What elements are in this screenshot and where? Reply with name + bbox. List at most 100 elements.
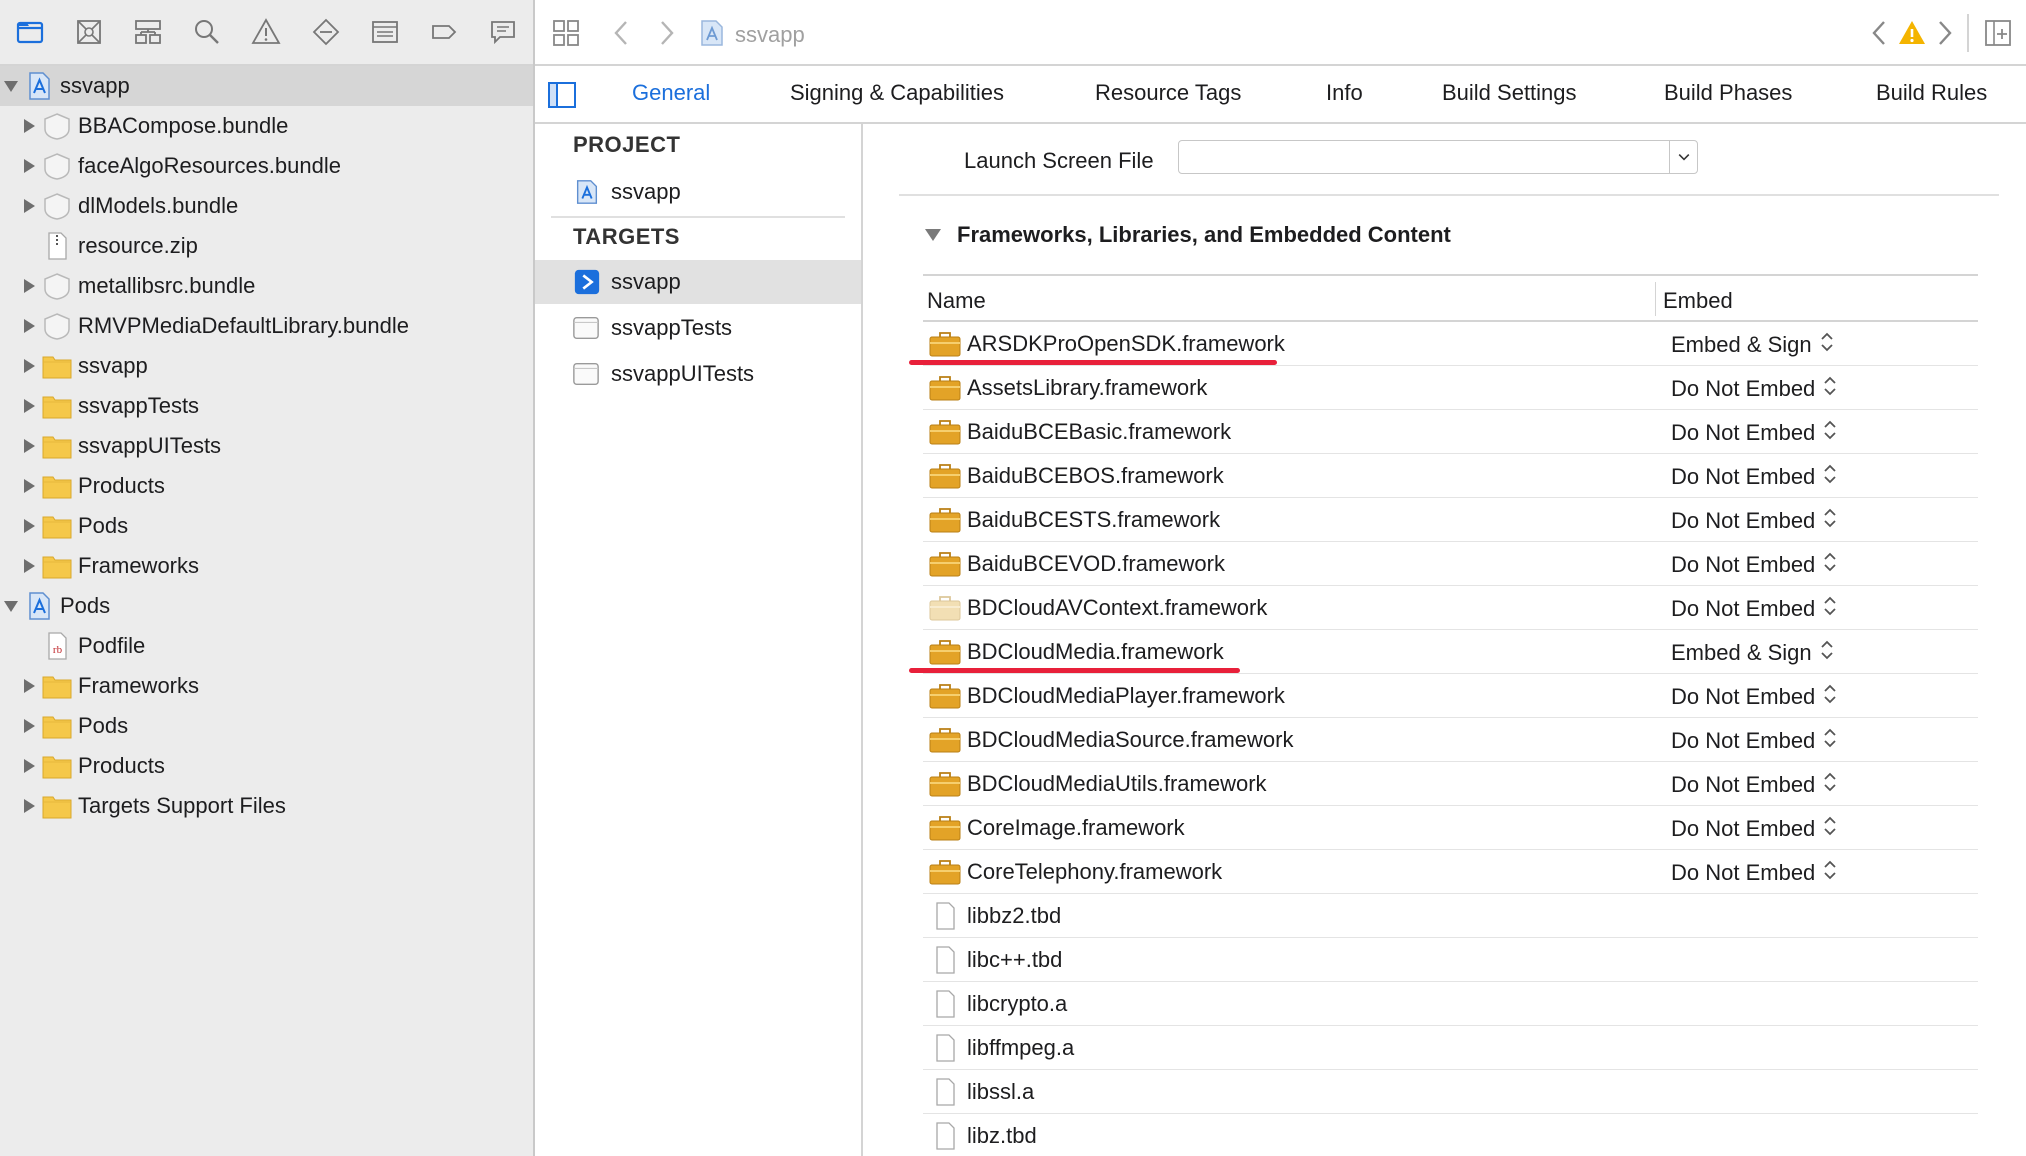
disclosure-closed-icon[interactable] bbox=[18, 466, 40, 506]
previous-issue-icon[interactable] bbox=[1865, 18, 1895, 48]
navigator-item[interactable]: metallibsrc.bundle bbox=[0, 266, 533, 306]
table-row[interactable]: libbz2.tbd bbox=[923, 894, 1978, 938]
disclosure-closed-icon[interactable] bbox=[18, 266, 40, 306]
tab-info[interactable]: Info bbox=[1326, 80, 1363, 106]
table-row[interactable]: libffmpeg.a bbox=[923, 1026, 1978, 1070]
disclosure-closed-icon[interactable] bbox=[18, 306, 40, 346]
table-row[interactable]: CoreImage.framework Do Not Embed bbox=[923, 806, 1978, 850]
disclosure-closed-icon[interactable] bbox=[18, 106, 40, 146]
navigator-item[interactable]: dlModels.bundle bbox=[0, 186, 533, 226]
disclosure-closed-icon[interactable] bbox=[18, 426, 40, 466]
project-item-ssvapp[interactable]: ssvapp bbox=[535, 170, 861, 214]
forward-chevron-icon[interactable] bbox=[651, 18, 681, 48]
target-item-ssvapp[interactable]: ssvapp bbox=[535, 260, 861, 304]
report-navigator-icon[interactable] bbox=[474, 0, 533, 65]
navigator-item[interactable]: resource.zip bbox=[0, 226, 533, 266]
embed-popup-button[interactable]: Do Not Embed bbox=[1671, 683, 1837, 711]
table-row[interactable]: BaiduBCESTS.framework Do Not Embed bbox=[923, 498, 1978, 542]
table-row[interactable]: BDCloudMedia.framework Embed & Sign bbox=[909, 630, 1978, 674]
navigator-item[interactable]: ssvapp bbox=[0, 66, 533, 106]
navigator-item[interactable]: Pods bbox=[0, 586, 533, 626]
related-items-icon[interactable] bbox=[551, 18, 581, 48]
column-header-embed[interactable]: Embed bbox=[1663, 288, 1733, 314]
test-navigator-icon[interactable] bbox=[296, 0, 355, 65]
add-editor-icon[interactable] bbox=[1983, 18, 2013, 48]
navigator-item[interactable]: Products bbox=[0, 466, 533, 506]
frameworks-section-header[interactable]: Frameworks, Libraries, and Embedded Cont… bbox=[923, 222, 1451, 248]
disclosure-closed-icon[interactable] bbox=[18, 666, 40, 706]
tab-signing-capabilities[interactable]: Signing & Capabilities bbox=[790, 80, 1004, 106]
navigator-item[interactable]: BBACompose.bundle bbox=[0, 106, 533, 146]
navigator-item[interactable]: ssvapp bbox=[0, 346, 533, 386]
breadcrumb-label[interactable]: ssvapp bbox=[735, 22, 805, 48]
embed-popup-button[interactable]: Do Not Embed bbox=[1671, 419, 1837, 447]
table-row[interactable]: libz.tbd bbox=[923, 1114, 1978, 1156]
embed-popup-button[interactable]: Do Not Embed bbox=[1671, 507, 1837, 535]
embed-popup-button[interactable]: Do Not Embed bbox=[1671, 375, 1837, 403]
disclosure-closed-icon[interactable] bbox=[18, 506, 40, 546]
find-navigator-icon[interactable] bbox=[178, 0, 237, 65]
navigator-item[interactable]: ssvappTests bbox=[0, 386, 533, 426]
next-issue-icon[interactable] bbox=[1929, 18, 1959, 48]
column-header-name[interactable]: Name bbox=[927, 288, 986, 314]
embed-popup-button[interactable]: Do Not Embed bbox=[1671, 859, 1837, 887]
disclosure-closed-icon[interactable] bbox=[18, 346, 40, 386]
issue-navigator-icon[interactable] bbox=[237, 0, 296, 65]
disclosure-open-icon[interactable] bbox=[0, 66, 22, 106]
table-row[interactable]: libcrypto.a bbox=[923, 982, 1978, 1026]
navigator-item[interactable]: Products bbox=[0, 746, 533, 786]
toggle-targets-list-icon[interactable] bbox=[547, 80, 577, 115]
embed-popup-button[interactable]: Embed & Sign bbox=[1671, 331, 1834, 359]
navigator-item[interactable]: faceAlgoResources.bundle bbox=[0, 146, 533, 186]
breakpoint-navigator-icon[interactable] bbox=[415, 0, 474, 65]
embed-popup-button[interactable]: Do Not Embed bbox=[1671, 595, 1837, 623]
embed-popup-button[interactable]: Do Not Embed bbox=[1671, 551, 1837, 579]
target-item-ssvapptests[interactable]: ssvappTests bbox=[535, 306, 861, 350]
disclosure-closed-icon[interactable] bbox=[18, 146, 40, 186]
navigator-item[interactable]: Frameworks bbox=[0, 666, 533, 706]
table-row[interactable]: BaiduBCEBasic.framework Do Not Embed bbox=[923, 410, 1978, 454]
tab-build-rules[interactable]: Build Rules bbox=[1876, 80, 1987, 106]
source-control-icon[interactable] bbox=[59, 0, 118, 65]
table-row[interactable]: libssl.a bbox=[923, 1070, 1978, 1114]
navigator-item[interactable]: rb Podfile bbox=[0, 626, 533, 666]
symbol-navigator-icon[interactable] bbox=[118, 0, 177, 65]
embed-popup-button[interactable]: Do Not Embed bbox=[1671, 727, 1837, 755]
disclosure-closed-icon[interactable] bbox=[18, 386, 40, 426]
chevron-down-icon[interactable] bbox=[1669, 141, 1697, 173]
table-row[interactable]: BDCloudMediaUtils.framework Do Not Embed bbox=[923, 762, 1978, 806]
table-row[interactable]: BaiduBCEBOS.framework Do Not Embed bbox=[923, 454, 1978, 498]
navigator-item[interactable]: ssvappUITests bbox=[0, 426, 533, 466]
table-row[interactable]: BaiduBCEVOD.framework Do Not Embed bbox=[923, 542, 1978, 586]
embed-popup-button[interactable]: Do Not Embed bbox=[1671, 771, 1837, 799]
embed-popup-button[interactable]: Do Not Embed bbox=[1671, 463, 1837, 491]
table-row[interactable]: BDCloudMediaPlayer.framework Do Not Embed bbox=[923, 674, 1978, 718]
table-row[interactable]: BDCloudMediaSource.framework Do Not Embed bbox=[923, 718, 1978, 762]
tab-general[interactable]: General bbox=[632, 80, 710, 106]
launch-screen-combobox[interactable] bbox=[1178, 140, 1698, 174]
warning-icon[interactable] bbox=[1897, 18, 1927, 48]
table-row[interactable]: AssetsLibrary.framework Do Not Embed bbox=[923, 366, 1978, 410]
disclosure-closed-icon[interactable] bbox=[18, 706, 40, 746]
table-row[interactable]: CoreTelephony.framework Do Not Embed bbox=[923, 850, 1978, 894]
disclosure-open-icon[interactable] bbox=[0, 586, 22, 626]
navigator-item[interactable]: Frameworks bbox=[0, 546, 533, 586]
navigator-item[interactable]: Targets Support Files bbox=[0, 786, 533, 826]
project-navigator-icon[interactable] bbox=[0, 0, 59, 65]
back-chevron-icon[interactable] bbox=[607, 18, 637, 48]
tab-resource-tags[interactable]: Resource Tags bbox=[1095, 80, 1241, 106]
table-row[interactable]: BDCloudAVContext.framework Do Not Embed bbox=[923, 586, 1978, 630]
disclosure-closed-icon[interactable] bbox=[18, 786, 40, 826]
tab-build-phases[interactable]: Build Phases bbox=[1664, 80, 1792, 106]
table-row[interactable]: ARSDKProOpenSDK.framework Embed & Sign bbox=[909, 322, 1978, 366]
table-row[interactable]: libc++.tbd bbox=[923, 938, 1978, 982]
disclosure-closed-icon[interactable] bbox=[18, 746, 40, 786]
tab-build-settings[interactable]: Build Settings bbox=[1442, 80, 1577, 106]
navigator-item[interactable]: RMVPMediaDefaultLibrary.bundle bbox=[0, 306, 533, 346]
target-item-ssvappuitests[interactable]: ssvappUITests bbox=[535, 352, 861, 396]
embed-popup-button[interactable]: Embed & Sign bbox=[1671, 639, 1834, 667]
embed-popup-button[interactable]: Do Not Embed bbox=[1671, 815, 1837, 843]
navigator-item[interactable]: Pods bbox=[0, 506, 533, 546]
debug-navigator-icon[interactable] bbox=[355, 0, 414, 65]
disclosure-closed-icon[interactable] bbox=[18, 186, 40, 226]
